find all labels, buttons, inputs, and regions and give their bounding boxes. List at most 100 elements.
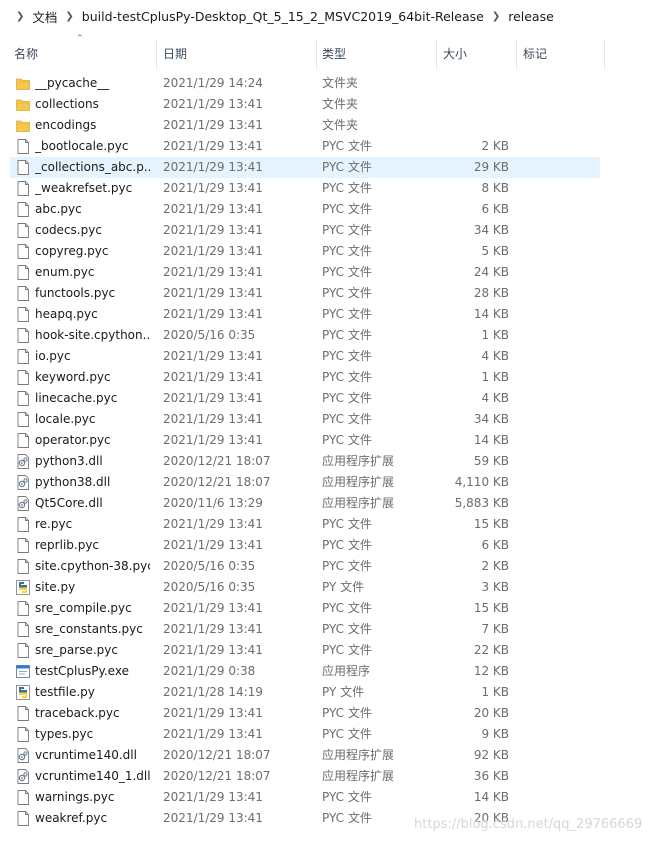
file-row[interactable]: python3.dll 2020/12/21 18:07 应用程序扩展 59 KB xyxy=(0,451,667,472)
file-row[interactable]: abc.pyc 2021/1/29 13:41 PYC 文件 6 KB xyxy=(0,199,667,220)
file-row[interactable]: heapq.pyc 2021/1/29 13:41 PYC 文件 14 KB xyxy=(0,304,667,325)
file-date: 2021/1/29 13:41 xyxy=(163,433,263,447)
column-divider[interactable] xyxy=(316,39,317,69)
chevron-right-icon[interactable]: ❯ xyxy=(492,11,500,22)
file-row[interactable]: io.pyc 2021/1/29 13:41 PYC 文件 4 KB xyxy=(0,346,667,367)
file-row[interactable]: warnings.pyc 2021/1/29 13:41 PYC 文件 14 KB xyxy=(0,787,667,808)
file-size: 28 KB xyxy=(473,286,509,300)
file-size: 15 KB xyxy=(473,601,509,615)
file-type: PYC 文件 xyxy=(322,727,372,741)
file-row[interactable]: python38.dll 2020/12/21 18:07 应用程序扩展 4,110 … xyxy=(0,472,667,493)
file-row[interactable]: site.cpython-38.pyc 2020/5/16 0:35 PYC 文件 2… xyxy=(0,556,667,577)
file-type: 应用程序扩展 xyxy=(322,475,395,489)
file-row[interactable]: keyword.pyc 2021/1/29 13:41 PYC 文件 1 KB xyxy=(0,367,667,388)
column-header-date[interactable]: 日期 xyxy=(163,39,187,69)
file-size: 9 KB xyxy=(481,727,509,741)
file-type: PYC 文件 xyxy=(322,139,372,153)
file-name: collections xyxy=(35,97,99,111)
file-row[interactable]: sre_compile.pyc 2021/1/29 13:41 PYC 文件 15 K… xyxy=(0,598,667,619)
breadcrumb-item-build-folder[interactable]: build-testCplusPy-Desktop_Qt_5_15_2_MSVC… xyxy=(82,9,484,24)
file-row[interactable]: _bootlocale.pyc 2021/1/29 13:41 PYC 文件 2 KB xyxy=(0,136,667,157)
breadcrumb-item-release[interactable]: release xyxy=(508,9,554,24)
file-row[interactable]: locale.pyc 2021/1/29 13:41 PYC 文件 34 KB xyxy=(0,409,667,430)
file-size: 7 KB xyxy=(481,622,509,636)
python-icon xyxy=(16,580,30,595)
file-type: PY 文件 xyxy=(322,580,365,594)
file-size: 29 KB xyxy=(473,160,509,174)
file-row[interactable]: __pycache__ 2021/1/29 14:24 文件夹 xyxy=(0,73,667,94)
dll-icon xyxy=(16,748,30,763)
column-divider[interactable] xyxy=(436,39,437,69)
file-date: 2021/1/29 13:41 xyxy=(163,160,263,174)
file-size: 4 KB xyxy=(481,391,509,405)
file-row[interactable]: sre_constants.pyc 2021/1/29 13:41 PYC 文件 7 … xyxy=(0,619,667,640)
column-divider[interactable] xyxy=(516,39,517,69)
column-divider[interactable] xyxy=(156,39,157,69)
file-date: 2021/1/29 13:41 xyxy=(163,517,263,531)
file-icon xyxy=(16,559,30,574)
file-size: 1 KB xyxy=(481,370,509,384)
file-list: __pycache__ 2021/1/29 14:24 文件夹 collections… xyxy=(0,73,667,829)
file-row[interactable]: linecache.pyc 2021/1/29 13:41 PYC 文件 4 KB xyxy=(0,388,667,409)
file-name: operator.pyc xyxy=(35,433,111,447)
file-row[interactable]: reprlib.pyc 2021/1/29 13:41 PYC 文件 6 KB xyxy=(0,535,667,556)
file-icon xyxy=(16,244,30,259)
file-type: PYC 文件 xyxy=(322,286,372,300)
file-row[interactable]: vcruntime140_1.dll 2020/12/21 18:07 应用程序扩展… xyxy=(0,766,667,787)
file-row[interactable]: traceback.pyc 2021/1/29 13:41 PYC 文件 20 KB xyxy=(0,703,667,724)
chevron-right-icon[interactable]: ❯ xyxy=(16,11,24,22)
file-row[interactable]: sre_parse.pyc 2021/1/29 13:41 PYC 文件 22 KB xyxy=(0,640,667,661)
file-date: 2021/1/29 13:41 xyxy=(163,307,263,321)
column-divider[interactable] xyxy=(604,39,605,69)
file-row[interactable]: types.pyc 2021/1/29 13:41 PYC 文件 9 KB xyxy=(0,724,667,745)
folder-icon xyxy=(16,118,30,133)
file-row[interactable]: codecs.pyc 2021/1/29 13:41 PYC 文件 34 KB xyxy=(0,220,667,241)
file-row[interactable]: _weakrefset.pyc 2021/1/29 13:41 PYC 文件 8 KB xyxy=(0,178,667,199)
file-row[interactable]: encodings 2021/1/29 13:41 文件夹 xyxy=(0,115,667,136)
file-name: sre_parse.pyc xyxy=(35,643,118,657)
column-header-size[interactable]: 大小 xyxy=(443,39,467,69)
file-date: 2020/12/21 18:07 xyxy=(163,748,271,762)
file-date: 2020/12/21 18:07 xyxy=(163,475,271,489)
file-row[interactable]: vcruntime140.dll 2020/12/21 18:07 应用程序扩展 92… xyxy=(0,745,667,766)
file-row[interactable]: site.py 2020/5/16 0:35 PY 文件 3 KB xyxy=(0,577,667,598)
file-row[interactable]: testfile.py 2021/1/28 14:19 PY 文件 1 KB xyxy=(0,682,667,703)
file-date: 2021/1/29 13:41 xyxy=(163,118,263,132)
file-type: 文件夹 xyxy=(322,118,359,132)
file-size: 4 KB xyxy=(481,349,509,363)
file-row[interactable]: testCplusPy.exe 2021/1/29 0:38 应用程序 12 KB xyxy=(0,661,667,682)
file-size: 36 KB xyxy=(473,769,509,783)
file-row[interactable]: operator.pyc 2021/1/29 13:41 PYC 文件 14 KB xyxy=(0,430,667,451)
breadcrumb: ❯ 文档 ❯ build-testCplusPy-Desktop_Qt_5_15… xyxy=(0,0,667,34)
chevron-right-icon[interactable]: ❯ xyxy=(65,11,73,22)
file-name: hook-site.cpython... xyxy=(35,328,150,342)
file-name: __pycache__ xyxy=(35,76,110,90)
file-row[interactable]: Qt5Core.dll 2020/11/6 13:29 应用程序扩展 5,883 KB xyxy=(0,493,667,514)
file-icon xyxy=(16,139,30,154)
file-type: PYC 文件 xyxy=(322,706,372,720)
file-icon xyxy=(16,538,30,553)
breadcrumb-item-documents[interactable]: 文档 xyxy=(32,7,57,26)
file-row[interactable]: _collections_abc.p... 2021/1/29 13:41 PYC … xyxy=(0,157,667,178)
file-row[interactable]: re.pyc 2021/1/29 13:41 PYC 文件 15 KB xyxy=(0,514,667,535)
file-name: reprlib.pyc xyxy=(35,538,100,552)
file-row[interactable]: enum.pyc 2021/1/29 13:41 PYC 文件 24 KB xyxy=(0,262,667,283)
file-row[interactable]: hook-site.cpython... 2020/5/16 0:35 PYC 文件… xyxy=(0,325,667,346)
column-header-tag[interactable]: 标记 xyxy=(523,39,547,69)
file-row[interactable]: functools.pyc 2021/1/29 13:41 PYC 文件 28 KB xyxy=(0,283,667,304)
file-size: 6 KB xyxy=(481,202,509,216)
file-date: 2021/1/28 14:19 xyxy=(163,685,263,699)
file-icon xyxy=(16,286,30,301)
dll-icon xyxy=(16,769,30,784)
file-name: site.cpython-38.pyc xyxy=(35,559,150,573)
file-icon xyxy=(16,202,30,217)
column-header-type[interactable]: 类型 xyxy=(322,39,346,69)
file-icon xyxy=(16,643,30,658)
file-row[interactable]: collections 2021/1/29 13:41 文件夹 xyxy=(0,94,667,115)
file-size: 34 KB xyxy=(473,412,509,426)
file-type: 应用程序 xyxy=(322,664,371,678)
column-header-name[interactable]: 名称 xyxy=(14,39,38,69)
file-icon xyxy=(16,160,30,175)
file-row[interactable]: copyreg.pyc 2021/1/29 13:41 PYC 文件 5 KB xyxy=(0,241,667,262)
file-date: 2021/1/29 13:41 xyxy=(163,811,263,825)
